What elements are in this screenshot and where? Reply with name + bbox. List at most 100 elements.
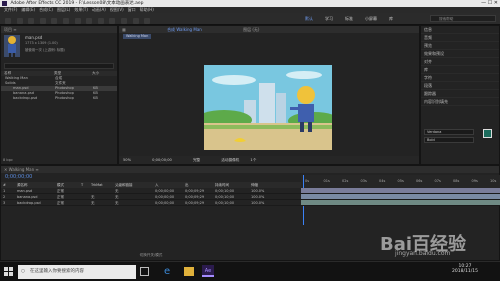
brush-tool-icon[interactable] <box>120 18 127 24</box>
composition-panel: ■ 合成 Walking Man 图层 (无) Walking Man 50% … <box>118 25 420 165</box>
resolution-dropdown[interactable]: 完整 <box>193 158 200 162</box>
breadcrumb-item[interactable]: Walking Man <box>123 34 152 39</box>
menu-item-3[interactable]: 图层(L) <box>57 7 70 12</box>
layer-stretch: 100.0% <box>251 201 265 205</box>
search-icon: ○ <box>21 269 25 274</box>
comp-breadcrumb: Walking Man <box>119 33 419 39</box>
help-search-input[interactable]: 搜索帮助 <box>430 15 496 22</box>
menu-item-6[interactable]: 视图(V) <box>110 7 124 12</box>
ruler-tick-label: 06s <box>416 179 423 183</box>
menu-item-0[interactable]: 文件(F) <box>4 7 17 12</box>
menu-item-4[interactable]: 效果(T) <box>74 7 88 12</box>
camera-dropdown[interactable]: 活动摄像机 <box>221 158 239 162</box>
right-panel-item-2[interactable]: 预览 <box>421 42 499 50</box>
window-controls[interactable]: — ☐ ✕ <box>481 0 498 7</box>
pen-tool-icon[interactable] <box>97 18 104 24</box>
project-item[interactable]: backdrop.psd Photoshop KB <box>1 96 117 101</box>
project-panel: 项目 ≡ man.psd 1773 x 1309 (1.00) 被使用一次 (上… <box>0 25 118 165</box>
project-list: Walking Man 合成 Solids 文件夹 man.psd Photoshop KB… <box>1 76 117 101</box>
asset-preview: man.psd 1773 x 1309 (1.00) 被使用一次 (上游例: 标… <box>1 33 117 61</box>
right-panel-list: 信息 音频 预览 效果和预设 对齐库字符 段落 跟踪器 内容识别填充 <box>421 26 499 106</box>
views-dropdown[interactable]: 1个 <box>250 158 256 162</box>
taskbar-search-input[interactable]: ○ 在这里输入你要搜索的内容 <box>18 265 136 279</box>
layer-name: backdrop.psd <box>17 201 41 205</box>
text-tool-icon[interactable] <box>109 18 116 24</box>
file-explorer-icon[interactable] <box>184 267 194 276</box>
workspace-item-1[interactable]: 学习 <box>325 16 333 21</box>
menu-item-2[interactable]: 合成(C) <box>39 7 53 12</box>
right-panel-item-3[interactable]: 效果和预设 <box>421 50 499 58</box>
project-tab[interactable]: 项目 ≡ <box>1 26 117 33</box>
asset-info: 1773 x 1309 (1.00) <box>25 41 58 45</box>
menu-item-5[interactable]: 动画(A) <box>92 7 106 12</box>
ruler-tick-label: 03s <box>360 179 367 183</box>
bpc-indicator[interactable]: 8 bpc <box>3 158 13 162</box>
right-panel-item-5[interactable]: 库 <box>421 66 499 74</box>
right-panel-item-8[interactable]: 跟踪器 <box>421 90 499 98</box>
layer-bars <box>301 188 500 206</box>
camera-tool-icon[interactable] <box>62 18 69 24</box>
menu-item-7[interactable]: 窗口 <box>128 7 136 12</box>
right-panel-item-7[interactable]: 段落 <box>421 82 499 90</box>
ruler-tick-label: 0s <box>305 179 310 183</box>
workspace-item-2[interactable]: 标准 <box>345 16 353 21</box>
font-family-dropdown[interactable]: Verdana <box>424 129 474 135</box>
after-effects-taskbar-icon[interactable]: Ae <box>202 265 214 277</box>
stamp-tool-icon[interactable] <box>132 18 139 24</box>
ruler-tick-label: 10s <box>490 179 497 183</box>
right-panel-item-6[interactable]: 字符 <box>421 74 499 82</box>
rotate-tool-icon[interactable] <box>51 18 58 24</box>
window-title: Adobe After Effects CC 2019 - F:\Lesson0… <box>10 1 144 6</box>
asset-name: man.psd <box>25 35 43 40</box>
tab-layer[interactable]: 图层 (无) <box>243 27 259 32</box>
layer-in: 0;00;00;00 <box>155 201 175 205</box>
windows-start-icon[interactable] <box>4 267 13 276</box>
pan-tool-icon[interactable] <box>74 18 81 24</box>
eraser-tool-icon[interactable] <box>144 18 151 24</box>
zoom-tool-icon[interactable] <box>39 18 46 24</box>
project-search-input[interactable] <box>4 63 114 69</box>
mask-tool-icon[interactable] <box>86 18 93 24</box>
menu-item-8[interactable]: 帮助(H) <box>140 7 154 12</box>
layer-dur: 0;00;10;00 <box>215 201 235 205</box>
timeline-tab[interactable]: ✕ Walking Man ≡ <box>1 166 499 173</box>
tools-group <box>3 15 153 38</box>
tab-composition[interactable]: 合成 Walking Man <box>167 27 202 32</box>
workspace-item-3[interactable]: 小屏幕 <box>365 16 377 21</box>
fill-color-swatch[interactable] <box>483 129 492 138</box>
ruler-tick-label: 05s <box>397 179 404 183</box>
workspace-switcher: 默认 学习 标准 小屏幕 库 <box>305 16 405 22</box>
workspace-item-4[interactable]: 库 <box>389 16 393 21</box>
edge-icon[interactable]: e <box>164 266 170 277</box>
title-bar: Adobe After Effects CC 2019 - F:\Lesson0… <box>0 0 500 7</box>
toggle-modes[interactable]: 切换开关/模式 <box>1 253 301 258</box>
hand-tool-icon[interactable] <box>28 18 35 24</box>
zoom-dropdown[interactable]: 50% <box>123 158 131 162</box>
right-panel-item-9[interactable]: 内容识别填充 <box>421 98 499 106</box>
task-view-icon[interactable] <box>140 267 149 276</box>
right-panel: 信息 音频 预览 效果和预设 对齐库字符 段落 跟踪器 内容识别填充 Verdana Bold <box>420 25 500 165</box>
right-panel-item-0[interactable]: 信息 <box>421 26 499 34</box>
ruler-tick-label: 04s <box>379 179 386 183</box>
timeline-layers: 1 man.psd 正常无 0;00;00;00 0;00;09;29 0;00;10;0… <box>1 188 301 206</box>
composition-tabs: ■ 合成 Walking Man 图层 (无) <box>119 26 419 33</box>
ruler-tick-label: 07s <box>434 179 441 183</box>
layer-out: 0;00;09;29 <box>185 201 205 205</box>
clock[interactable]: 10:27 2018/11/15 <box>452 264 478 274</box>
composition-viewer[interactable] <box>204 65 332 150</box>
selection-tool-icon[interactable] <box>16 18 23 24</box>
right-panel-item-1[interactable]: 音频 <box>421 34 499 42</box>
right-panel-item-4[interactable]: 对齐 <box>421 58 499 66</box>
ruler-tick-label: 01s <box>323 179 330 183</box>
viewer-timecode[interactable]: 0;00;00;00 <box>152 158 172 162</box>
font-style-dropdown[interactable]: Bold <box>424 137 474 143</box>
ruler-tick-label: 02s <box>342 179 349 183</box>
ruler-tick-label: 09s <box>471 179 478 183</box>
workspace-item-0[interactable]: 默认 <box>305 16 313 21</box>
timeline-layer-row[interactable]: 3 backdrop.psd 正常 无 无 0;00;00;00 0;00;09;29 0;0… <box>1 200 301 206</box>
home-tool-icon[interactable] <box>5 18 11 24</box>
time-ruler[interactable]: 0s 01s 02s 03s 04s 05s 06s 07s 08s 09s 10s <box>301 175 500 225</box>
layer-parent: 无 <box>115 201 119 205</box>
menu-item-1[interactable]: 编辑(E) <box>21 7 35 12</box>
layer-bar-3[interactable] <box>301 200 500 206</box>
